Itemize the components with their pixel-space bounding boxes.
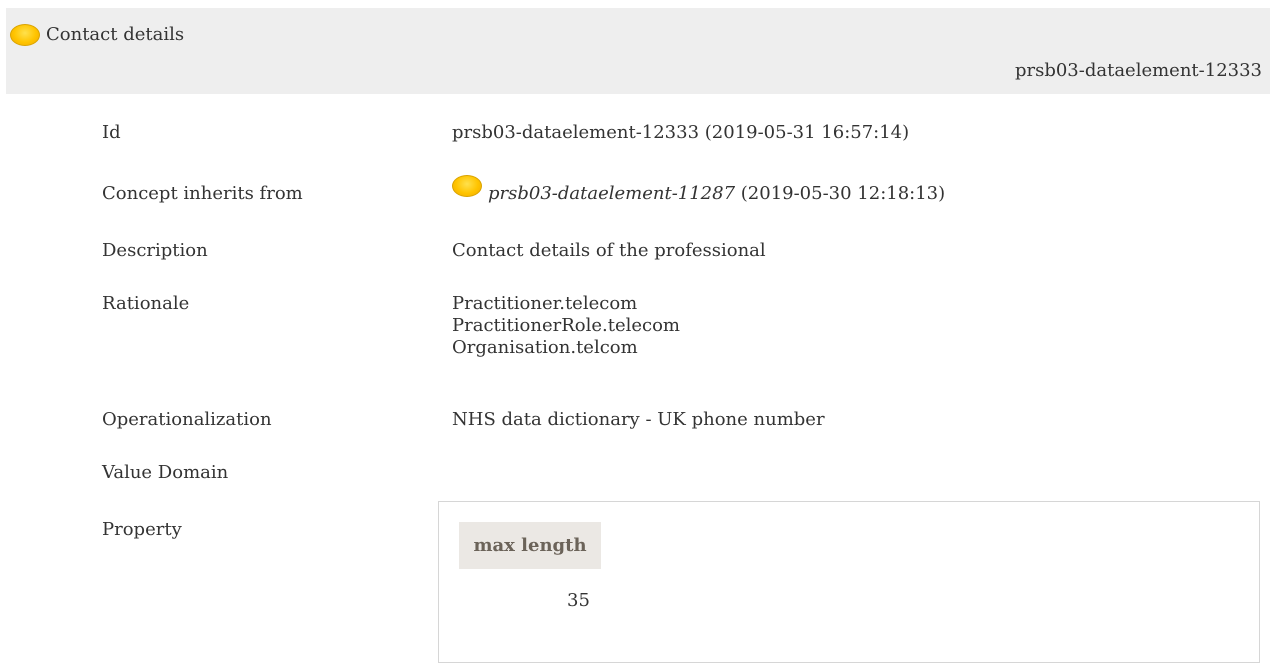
id-value: prsb03-dataelement-12333 (2019-05-31 16:… (452, 122, 910, 143)
property-header-max-length: max length (459, 522, 601, 569)
description-value: Contact details of the professional (452, 240, 766, 261)
rationale-line: Organisation.telcom (452, 337, 638, 358)
concept-status-icon (10, 24, 40, 46)
description-label: Description (102, 240, 208, 261)
inherits-value: prsb03-dataelement-11287 (2019-05-30 12:… (452, 175, 946, 205)
property-value-max-length: 35 (567, 590, 590, 611)
inherited-concept-date: (2019-05-30 12:18:13) (735, 183, 946, 204)
property-label: Property (102, 519, 182, 540)
id-label: Id (102, 122, 121, 143)
concept-header: Contact details prsb03-dataelement-12333 (6, 8, 1270, 94)
rationale-label: Rationale (102, 293, 190, 314)
operationalization-label: Operationalization (102, 409, 272, 430)
concept-title: Contact details (10, 24, 184, 46)
operationalization-value: NHS data dictionary - UK phone number (452, 409, 825, 430)
inherited-concept-link[interactable]: prsb03-dataelement-11287 (488, 183, 735, 205)
concept-title-text: Contact details (46, 24, 185, 45)
inherited-concept-status-icon (452, 175, 482, 197)
inherits-label: Concept inherits from (102, 183, 303, 204)
value-domain-label: Value Domain (102, 462, 229, 483)
concept-id: prsb03-dataelement-12333 (1014, 60, 1262, 81)
rationale-line: PractitionerRole.telecom (452, 315, 680, 336)
rationale-value: Practitioner.telecom PractitionerRole.te… (452, 293, 680, 359)
property-table: max length 35 (438, 501, 1260, 663)
rationale-line: Practitioner.telecom (452, 293, 638, 314)
